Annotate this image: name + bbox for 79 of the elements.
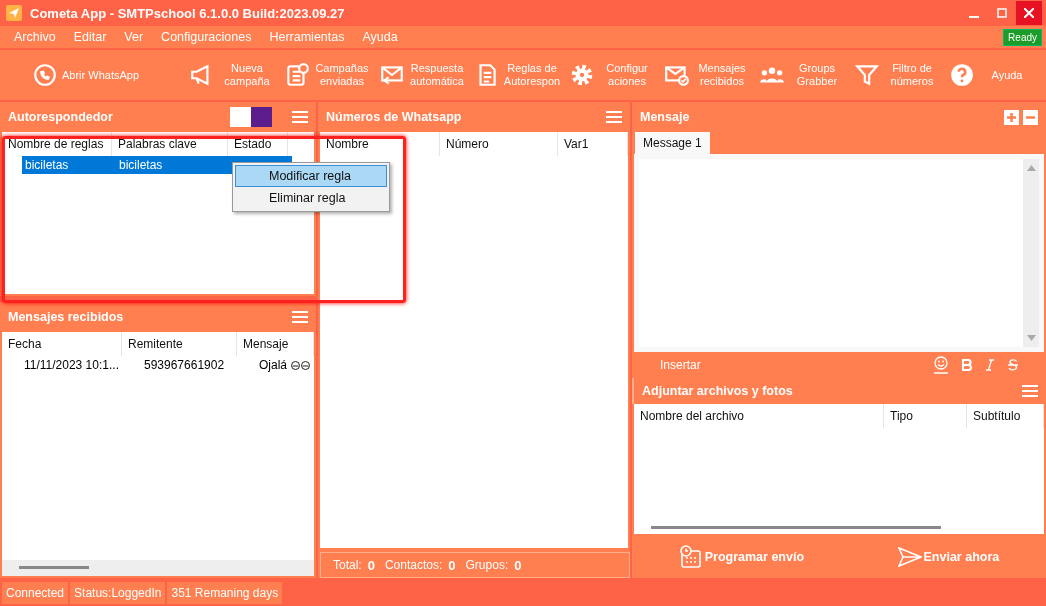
menu-icon[interactable] <box>606 111 622 123</box>
column-header[interactable]: Remitente <box>122 332 237 356</box>
count-value: 0 <box>367 557 375 573</box>
insert-label: Insertar <box>660 358 701 372</box>
smiley-icon[interactable] <box>933 356 949 374</box>
menu-item[interactable]: Editar <box>64 30 116 44</box>
add-icon[interactable] <box>1004 109 1019 125</box>
close-button[interactable] <box>1016 1 1042 25</box>
maximize-icon <box>997 8 1007 18</box>
table-cell-text: 11/11/2023 10:1... <box>23 358 120 372</box>
toolbar-button[interactable]: Reglas de Autorespon <box>472 62 563 88</box>
toolbar-button[interactable]: Abrir WhatsApp <box>26 62 146 88</box>
status-item: 351 Remaning days <box>167 582 283 604</box>
scrollbar[interactable] <box>1023 159 1039 347</box>
menu-item[interactable]: Herramientas <box>260 30 354 44</box>
menu-icon[interactable] <box>292 111 308 123</box>
menu-item[interactable]: Modificar regla <box>235 165 387 187</box>
status-badge: Ready <box>1003 28 1042 46</box>
calendar-clock-icon <box>678 545 703 569</box>
paper-plane-icon <box>6 5 22 21</box>
scroll-up-icon[interactable] <box>1026 165 1036 171</box>
column-header[interactable]: Nombre del archivo <box>634 404 884 428</box>
scrollbar-thumb[interactable] <box>651 526 941 529</box>
toolbar-button[interactable]: Configur aciones <box>567 62 658 88</box>
minimize-icon <box>969 16 979 18</box>
remove-icon[interactable] <box>1023 109 1038 125</box>
toolbar-button[interactable]: Respuesta automática <box>377 62 468 88</box>
column-header[interactable]: Fecha <box>2 332 122 356</box>
toolbar-button[interactable]: Filtro de números <box>852 62 943 88</box>
panel-title: Mensaje <box>640 110 690 124</box>
toolbar-button[interactable]: Groups Grabber <box>757 62 848 88</box>
help-icon <box>949 62 975 88</box>
window-title: Cometa App - SMTPschool 6.1.0.0 Build:2023.09.27 <box>30 5 345 21</box>
count-value: 0 <box>514 557 522 573</box>
scrollbar-thumb[interactable] <box>19 566 89 569</box>
send-icon <box>897 547 922 567</box>
status-item: Status:LoggedIn <box>70 582 166 604</box>
toggle-icon[interactable] <box>230 107 272 127</box>
toolbar-button[interactable]: Ayuda <box>947 62 1038 88</box>
action-button[interactable]: Programar envío <box>672 544 811 570</box>
column-header[interactable]: Nombre <box>320 132 440 156</box>
funnel-icon <box>854 62 880 88</box>
menu-icon[interactable] <box>1022 385 1038 397</box>
menu-item[interactable]: Archivo <box>5 30 65 44</box>
panel-title: Autorespondedor <box>8 110 113 124</box>
table-cell-text: Ojalá <box>258 358 287 372</box>
panel-title: Adjuntar archivos y fotos <box>642 384 793 398</box>
italic-icon[interactable] <box>985 359 995 371</box>
menu-item[interactable]: Ayuda <box>353 30 407 44</box>
toolbar-button[interactable]: Mensajes recibidos <box>662 62 753 88</box>
chat-icon <box>32 62 58 88</box>
column-header[interactable]: Var1 <box>558 132 628 156</box>
menu-icon[interactable] <box>292 311 308 323</box>
strikethrough-icon[interactable] <box>1008 359 1018 371</box>
emoji-icon <box>291 360 311 370</box>
count-label: Grupos: <box>465 558 509 572</box>
close-icon <box>1024 8 1034 18</box>
count-label: Total: <box>333 558 362 572</box>
bold-icon[interactable] <box>962 359 972 371</box>
panel-title: Mensajes recibidos <box>8 310 124 324</box>
menu-item[interactable]: Eliminar regla <box>235 187 387 209</box>
settings-icon <box>569 62 595 88</box>
toolbar-button[interactable]: Nueva campaña <box>187 62 278 88</box>
status-item: Connected <box>2 582 69 604</box>
column-header[interactable]: Número <box>440 132 558 156</box>
count-label: Contactos: <box>384 558 443 572</box>
panel-title: Números de Whatsapp <box>326 110 462 124</box>
menu-item[interactable]: Configuraciones <box>152 30 261 44</box>
table-cell-text: 593967661902 <box>143 358 226 372</box>
column-header[interactable]: Tipo <box>884 404 967 428</box>
menu-item[interactable]: Ver <box>115 30 153 44</box>
action-button[interactable]: Enviar ahora <box>891 546 1006 568</box>
column-header[interactable]: Subtítulo <box>967 404 1044 428</box>
tab[interactable]: Message 1 <box>635 132 710 154</box>
scroll-down-icon[interactable] <box>1026 335 1036 341</box>
checklist-icon <box>284 62 310 88</box>
count-value: 0 <box>448 557 456 573</box>
toolbar-button[interactable]: Campañas enviadas <box>282 62 373 88</box>
column-header[interactable]: Mensaje <box>237 332 314 356</box>
